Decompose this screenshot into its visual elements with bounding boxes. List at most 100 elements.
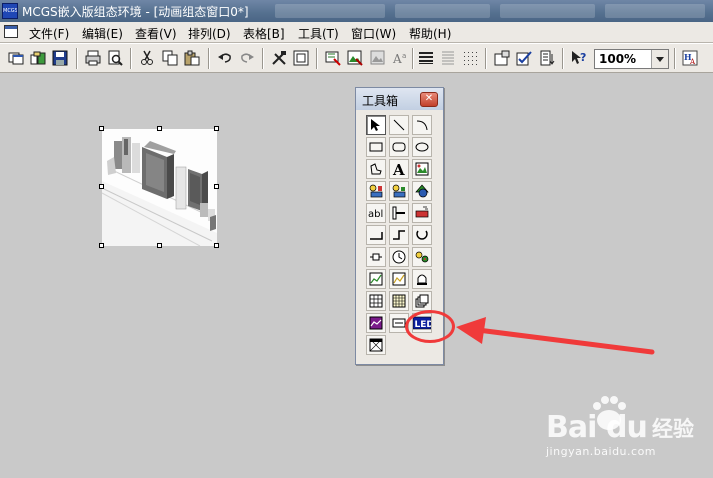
trend-tool[interactable]	[366, 269, 386, 289]
menu-table[interactable]: 表格[B]	[243, 25, 285, 42]
svg-text:A: A	[689, 58, 696, 66]
document-window-icon[interactable]	[4, 25, 18, 38]
baidu-watermark: Bai du 经验 jingyan.baidu.com	[546, 396, 706, 464]
copy-icon[interactable]	[160, 48, 180, 68]
zoom-select[interactable]: 100%	[594, 49, 669, 69]
properties-icon[interactable]	[492, 48, 512, 68]
frame-icon[interactable]	[291, 48, 311, 68]
menu-help[interactable]: 帮助(H)	[409, 25, 451, 42]
flow-tool[interactable]	[412, 181, 432, 201]
switch-tool[interactable]	[412, 247, 432, 267]
image-gray-icon[interactable]	[368, 48, 388, 68]
menu-arrange[interactable]: 排列(D)	[188, 25, 231, 42]
table-tool[interactable]	[366, 291, 386, 311]
svg-text:abl: abl	[368, 209, 383, 220]
resize-handle[interactable]	[214, 184, 219, 189]
zoom-value: 100%	[599, 52, 637, 66]
print-preview-icon[interactable]	[105, 48, 125, 68]
new-window-icon[interactable]	[6, 48, 26, 68]
redo-icon[interactable]	[237, 48, 257, 68]
list-icon[interactable]	[438, 48, 458, 68]
input-box-tool[interactable]: abl	[366, 203, 386, 223]
menu-edit[interactable]: 编辑(E)	[82, 25, 123, 42]
template-tool[interactable]	[366, 335, 386, 355]
svg-text:?: ?	[580, 51, 586, 64]
menu-window[interactable]: 窗口(W)	[351, 25, 396, 42]
print-icon[interactable]	[83, 48, 103, 68]
toolbar-separator	[562, 48, 564, 69]
menu-bar: 文件(F) 编辑(E) 查看(V) 排列(D) 表格[B] 工具(T) 窗口(W…	[0, 22, 713, 43]
cut-icon[interactable]	[137, 48, 157, 68]
ellipse-tool[interactable]	[412, 137, 432, 157]
resize-handle[interactable]	[99, 243, 104, 248]
toolbar-separator	[262, 48, 264, 69]
resize-handle[interactable]	[99, 126, 104, 131]
data-icon[interactable]	[323, 48, 343, 68]
watermark-url: jingyan.baidu.com	[546, 445, 657, 458]
help-icon[interactable]: ?	[569, 48, 589, 68]
element-tool[interactable]	[366, 181, 386, 201]
image-icon[interactable]	[345, 48, 365, 68]
grid-icon[interactable]	[460, 48, 480, 68]
blurred-tab	[275, 4, 385, 18]
slider-tool[interactable]	[389, 203, 409, 223]
svg-text:a: a	[402, 52, 406, 60]
undo-icon[interactable]	[215, 48, 235, 68]
close-icon[interactable]: ✕	[420, 92, 438, 107]
text-size-icon[interactable]: Aa	[390, 48, 410, 68]
polygon-tool[interactable]	[366, 159, 386, 179]
resize-handle[interactable]	[214, 243, 219, 248]
curve-tool[interactable]	[389, 269, 409, 289]
bitmap-tool[interactable]	[412, 159, 432, 179]
menu-tools[interactable]: 工具(T)	[298, 25, 339, 42]
toolbar-separator	[674, 48, 676, 69]
main-toolbar: Aa ? 100% HA	[0, 43, 713, 73]
paste-icon[interactable]	[182, 48, 202, 68]
component-tool[interactable]	[389, 181, 409, 201]
check-icon[interactable]	[514, 48, 534, 68]
chart-tool[interactable]	[366, 313, 386, 333]
toolbar-separator	[76, 48, 78, 69]
rectangle-tool[interactable]	[366, 137, 386, 157]
toolbox-title-bar[interactable]: 工具箱 ✕	[356, 88, 443, 110]
toolbar-separator	[130, 48, 132, 69]
alarm-tool[interactable]	[412, 269, 432, 289]
arc-tool[interactable]	[412, 115, 432, 135]
toolbar-separator	[485, 48, 487, 69]
resize-handle[interactable]	[157, 126, 162, 131]
title-bar: MCGS MCGS嵌入版组态环境 - [动画组态窗口0*]	[0, 0, 713, 22]
blurred-tab	[605, 4, 705, 18]
pipe-tool[interactable]	[366, 225, 386, 245]
resize-handle[interactable]	[214, 126, 219, 131]
tools-icon[interactable]	[269, 48, 289, 68]
font-icon[interactable]: HA	[680, 48, 700, 68]
window-title: MCGS嵌入版组态环境 - [动画组态窗口0*]	[22, 5, 249, 19]
line-tool[interactable]	[389, 115, 409, 135]
open-icon[interactable]	[28, 48, 48, 68]
rounded-rectangle-tool[interactable]	[389, 137, 409, 157]
clock-tool[interactable]	[389, 247, 409, 267]
menu-view[interactable]: 查看(V)	[135, 25, 177, 42]
resize-handle[interactable]	[157, 243, 162, 248]
align-icon[interactable]	[416, 48, 436, 68]
equipment-image[interactable]	[102, 129, 217, 246]
gauge-tool[interactable]	[412, 225, 432, 245]
grid-table-tool[interactable]	[389, 291, 409, 311]
toolbar-separator	[208, 48, 210, 69]
toolbox-title: 工具箱	[362, 94, 399, 108]
resize-handle[interactable]	[99, 184, 104, 189]
label-tool[interactable]: A	[389, 159, 409, 179]
svg-text:A: A	[392, 162, 405, 176]
download-icon[interactable]	[537, 48, 557, 68]
chevron-down-icon[interactable]	[651, 50, 668, 68]
layer-tool[interactable]	[412, 291, 432, 311]
polyline-tool[interactable]	[389, 225, 409, 245]
menu-file[interactable]: 文件(F)	[29, 25, 69, 42]
save-icon[interactable]	[50, 48, 70, 68]
blurred-tab	[395, 4, 490, 18]
pointer-tool[interactable]	[366, 115, 386, 135]
button-tool[interactable]	[412, 203, 432, 223]
plug-tool[interactable]	[366, 247, 386, 267]
annotation-arrow	[456, 317, 655, 355]
watermark-brand-suffix: du	[606, 410, 648, 445]
